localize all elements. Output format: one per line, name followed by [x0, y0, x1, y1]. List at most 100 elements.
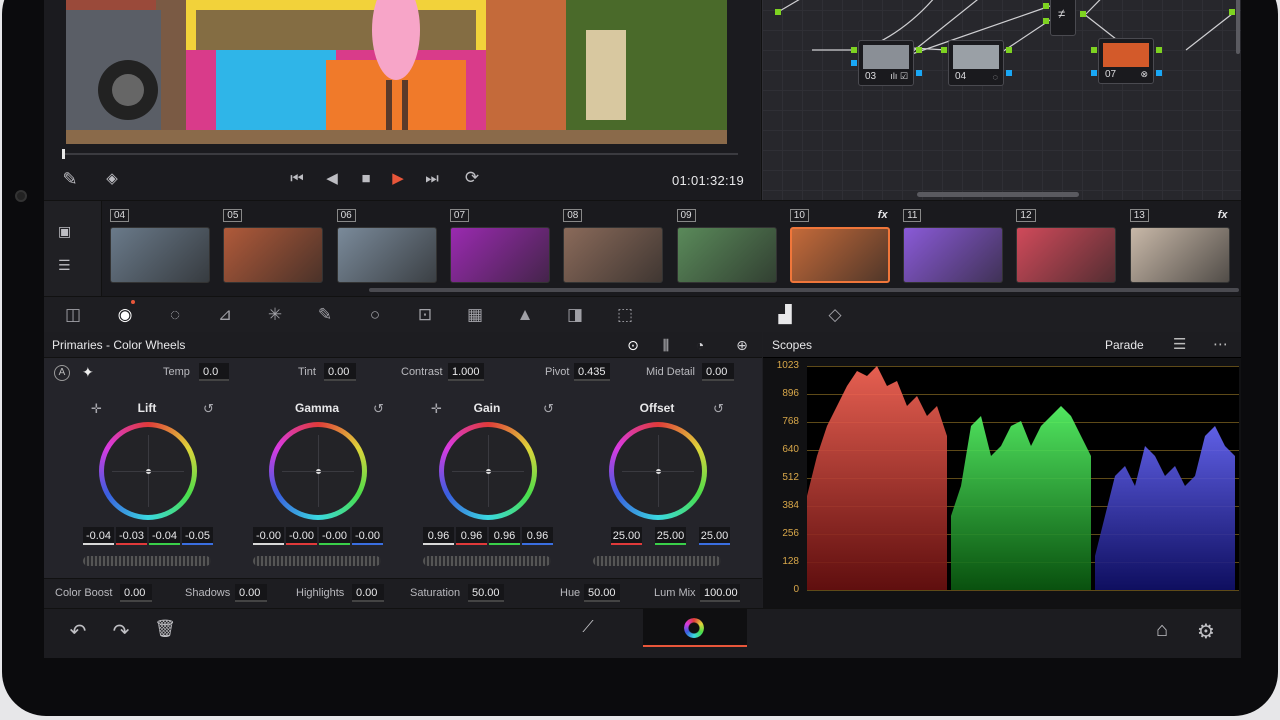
reset-icon[interactable]: ↺: [543, 401, 554, 417]
clip-thumbnail[interactable]: [110, 227, 210, 283]
clip-thumbnail[interactable]: [223, 227, 324, 283]
skip-back-button[interactable]: ⏮: [285, 170, 309, 188]
timeline-scrollbar[interactable]: [369, 288, 1239, 292]
reset-icon[interactable]: ↺: [373, 401, 384, 417]
settings-gear-icon[interactable]: ⚙: [1192, 619, 1220, 644]
magic-mask-icon[interactable]: ▦: [462, 303, 488, 327]
clip-thumbnail[interactable]: [1129, 227, 1230, 283]
camera-raw-icon[interactable]: ◫: [60, 303, 86, 327]
timeline-view-icon[interactable]: ☰: [58, 257, 71, 274]
key-icon[interactable]: ◨: [562, 303, 588, 327]
tracker-icon[interactable]: ⊡: [412, 303, 438, 327]
wheel-puck[interactable]: [316, 469, 321, 474]
clip-thumbnail[interactable]: [676, 227, 777, 283]
wheels-mode-icon[interactable]: ⊙: [622, 335, 644, 355]
clip-thumbnail[interactable]: [336, 227, 437, 283]
wheel-value[interactable]: -0.04: [83, 527, 114, 545]
highlights-value[interactable]: 0.00: [352, 584, 384, 602]
eyedropper-icon[interactable]: ✎: [58, 170, 82, 188]
color-page-tab[interactable]: [643, 609, 747, 647]
wheel-value[interactable]: -0.05: [182, 527, 213, 545]
wheel-value[interactable]: 0.96: [522, 527, 553, 545]
wheel-value[interactable]: 0.96: [489, 527, 520, 545]
wheel-value[interactable]: -0.00: [253, 527, 284, 545]
skip-forward-button[interactable]: ⏭: [420, 170, 444, 188]
reset-icon[interactable]: ↺: [713, 401, 724, 417]
shadows-value[interactable]: 0.00: [235, 584, 267, 602]
node-port[interactable]: [1006, 47, 1012, 53]
wheel-puck[interactable]: [656, 469, 661, 474]
clip-thumbnail[interactable]: [789, 227, 890, 283]
tint-value[interactable]: 0.00: [324, 363, 356, 381]
node-port[interactable]: [1043, 18, 1049, 24]
node-graph-scrollbar[interactable]: [917, 192, 1079, 197]
color-wheel[interactable]: [269, 422, 367, 520]
node-port[interactable]: [1156, 47, 1162, 53]
master-wheel-slider[interactable]: [253, 556, 381, 566]
node-layer-mixer[interactable]: ≠: [1050, 0, 1076, 36]
window-icon[interactable]: ○: [362, 303, 388, 327]
picker-icon[interactable]: ✛: [431, 401, 442, 417]
saturation-value[interactable]: 50.00: [468, 584, 504, 602]
master-wheel-slider[interactable]: [83, 556, 211, 566]
node-input-port[interactable]: [775, 9, 781, 15]
log-mode-icon[interactable]: ◔: [689, 335, 711, 355]
node-07[interactable]: 07 ⊗: [1098, 38, 1154, 84]
undo-icon[interactable]: ↶: [64, 619, 92, 644]
pivot-value[interactable]: 0.435: [574, 363, 610, 381]
redo-icon[interactable]: ↷: [107, 619, 135, 644]
lum-mix-value[interactable]: 100.00: [700, 584, 740, 602]
curves-icon[interactable]: ⊿: [212, 303, 238, 327]
auto-balance-button[interactable]: A: [54, 365, 70, 381]
wheel-value[interactable]: 25.00: [611, 527, 642, 545]
node-port[interactable]: [1080, 11, 1086, 17]
scope-settings-icon[interactable]: ☰: [1173, 335, 1186, 353]
picker-icon[interactable]: ✛: [91, 401, 102, 417]
warper-icon[interactable]: ✳: [262, 303, 288, 327]
wheel-value[interactable]: 0.96: [456, 527, 487, 545]
hdr-mode-icon[interactable]: ⊕: [731, 335, 753, 355]
qualifier-icon[interactable]: ✎: [312, 303, 338, 327]
mid-detail-value[interactable]: 0.00: [702, 363, 734, 381]
wheel-value[interactable]: 0.96: [423, 527, 454, 545]
node-port[interactable]: [1091, 70, 1097, 76]
layers-icon[interactable]: ◈: [100, 170, 124, 188]
clip-thumbnail[interactable]: [563, 227, 664, 283]
video-frame[interactable]: [66, 0, 727, 144]
wheel-value[interactable]: 25.00: [655, 527, 686, 545]
wheel-value[interactable]: -0.00: [286, 527, 317, 545]
temp-value[interactable]: 0.0: [199, 363, 229, 381]
clip-thumbnail[interactable]: [449, 227, 550, 283]
clip-view-icon[interactable]: ▣: [58, 223, 71, 240]
white-balance-icon[interactable]: ✦: [82, 364, 94, 381]
edit-page-icon[interactable]: ⟋: [574, 619, 602, 637]
color-wheel[interactable]: [609, 422, 707, 520]
wheel-value[interactable]: -0.00: [319, 527, 350, 545]
blur-icon[interactable]: ▲: [512, 303, 538, 327]
node-port[interactable]: [1091, 47, 1097, 53]
hue-value[interactable]: 50.00: [584, 584, 620, 602]
node-03[interactable]: 03 ılı ☑: [858, 40, 914, 86]
home-icon[interactable]: ⌂: [1148, 619, 1176, 642]
node-port[interactable]: [1006, 70, 1012, 76]
color-wheel[interactable]: [439, 422, 537, 520]
node-04[interactable]: 04 ◌: [948, 40, 1004, 86]
wheel-puck[interactable]: [146, 469, 151, 474]
scopes-icon[interactable]: ▟: [772, 303, 798, 327]
node-port[interactable]: [1043, 3, 1049, 9]
delete-icon[interactable]: 🗑: [151, 619, 179, 639]
node-graph[interactable]: 01 ılı 02 ∫ ⁘ 03 ılı ☑ 04 ◌ 06 ⊙ ☑: [761, 0, 1241, 200]
wheel-value[interactable]: -0.00: [352, 527, 383, 545]
wheel-value[interactable]: -0.03: [116, 527, 147, 545]
stop-button[interactable]: ■: [354, 170, 378, 188]
wheel-value[interactable]: 25.00: [699, 527, 730, 545]
clip-thumbnail[interactable]: [903, 227, 1004, 283]
sizing-icon[interactable]: ⬚: [612, 303, 638, 327]
node-port[interactable]: [851, 47, 857, 53]
info-icon[interactable]: ◇: [822, 303, 848, 327]
playhead[interactable]: [62, 149, 65, 159]
bars-mode-icon[interactable]: ⫼: [655, 335, 677, 355]
more-options-icon[interactable]: ⋯: [1213, 335, 1228, 353]
color-boost-value[interactable]: 0.00: [120, 584, 152, 602]
scope-mode-dropdown[interactable]: Parade: [1105, 338, 1144, 352]
